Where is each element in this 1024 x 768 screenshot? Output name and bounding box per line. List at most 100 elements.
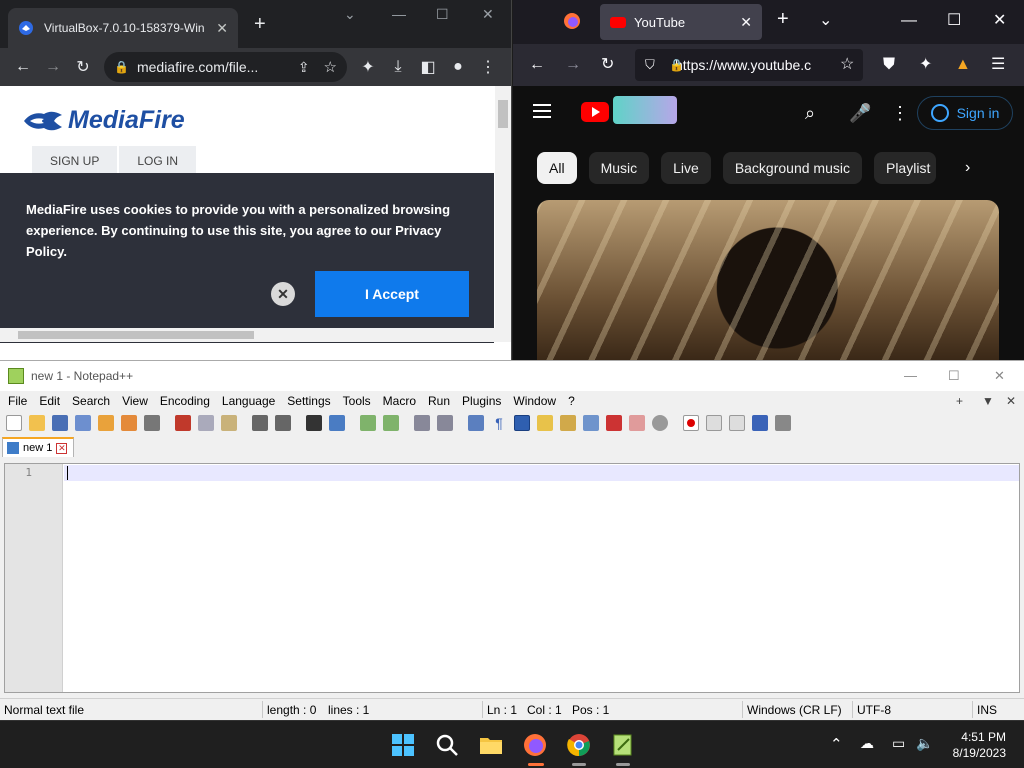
notepad-tab-close-icon[interactable]: ✕ xyxy=(56,442,68,454)
print-icon[interactable] xyxy=(144,415,160,431)
replace-icon[interactable] xyxy=(329,415,345,431)
chrome-minimize-icon[interactable]: — xyxy=(392,6,406,22)
menu-settings[interactable]: Settings xyxy=(287,394,330,408)
chrome-address-bar[interactable]: 🔒 mediafire.com/file... ⇪ ☆ xyxy=(104,52,347,82)
copy-icon[interactable] xyxy=(198,415,214,431)
add-tab-icon[interactable]: + xyxy=(956,394,963,408)
open-file-icon[interactable] xyxy=(29,415,45,431)
youtube-doodle-icon[interactable] xyxy=(613,96,677,124)
pocket-icon[interactable]: ⛊ xyxy=(883,56,895,74)
firefox-close-icon[interactable]: ✕ xyxy=(993,12,1006,30)
menu-search[interactable]: Search xyxy=(72,394,110,408)
undo-icon[interactable] xyxy=(252,415,268,431)
chrome-vertical-scrollbar[interactable] xyxy=(495,86,511,342)
chrome-tab-search-icon[interactable]: ⌄ xyxy=(344,6,356,23)
accept-cookies-button[interactable]: I Accept xyxy=(315,271,469,317)
chrome-tab-virtualbox[interactable]: VirtualBox-7.0.10-158379-Win ✕ xyxy=(8,8,238,48)
youtube-hamburger-icon[interactable] xyxy=(533,104,551,118)
display-icon[interactable]: ▭ xyxy=(892,735,905,752)
chrome-new-tab-button[interactable]: + xyxy=(254,14,266,34)
paste-icon[interactable] xyxy=(221,415,237,431)
notepad-close-icon[interactable]: ✕ xyxy=(994,368,1005,384)
youtube-more-icon[interactable]: ⋮ xyxy=(891,103,909,124)
show-all-characters-icon[interactable]: ¶ xyxy=(491,415,507,431)
vertical-scroll-thumb[interactable] xyxy=(498,100,508,128)
taskbar-search-icon[interactable] xyxy=(434,733,460,757)
save-icon[interactable] xyxy=(52,415,68,431)
zoom-in-icon[interactable] xyxy=(360,415,376,431)
monitoring-icon[interactable] xyxy=(652,415,668,431)
close-file-icon[interactable] xyxy=(98,415,114,431)
status-eol[interactable]: Windows (CR LF) xyxy=(747,703,842,717)
chip-background-music[interactable]: Background music xyxy=(722,152,862,184)
udl-icon[interactable] xyxy=(537,415,553,431)
youtube-microphone-icon[interactable]: 🎤 xyxy=(849,103,871,124)
firefox-reload-icon[interactable]: ↻ xyxy=(601,56,614,74)
sync-horizontal-icon[interactable] xyxy=(437,415,453,431)
chrome-tab-close-icon[interactable]: ✕ xyxy=(216,20,228,37)
extensions-icon[interactable]: ✦ xyxy=(353,57,383,77)
mediafire-logo[interactable]: MediaFire xyxy=(22,106,185,135)
menu-file[interactable]: File xyxy=(8,394,27,408)
share-icon[interactable]: ⇪ xyxy=(298,59,310,76)
close-document-icon[interactable]: ✕ xyxy=(1006,394,1016,408)
run-macro-multiple-icon[interactable] xyxy=(752,415,768,431)
firefox-menu-icon[interactable]: ☰ xyxy=(991,56,1005,74)
chrome-menu-icon[interactable]: ⋮ xyxy=(473,57,503,77)
stop-recording-icon[interactable] xyxy=(706,415,722,431)
youtube-logo-icon[interactable] xyxy=(581,102,609,122)
chip-all[interactable]: All xyxy=(537,152,577,184)
chip-music[interactable]: Music xyxy=(588,152,650,184)
notepad-tab-new1[interactable]: new 1 ✕ xyxy=(2,437,74,457)
editor-area[interactable]: 1 xyxy=(4,463,1020,693)
firefox-minimize-icon[interactable]: — xyxy=(901,12,917,30)
firefox-view-icon[interactable] xyxy=(563,12,581,30)
profile-icon[interactable]: ● xyxy=(443,58,473,76)
firefox-back-icon[interactable]: ← xyxy=(529,56,545,74)
network-disconnected-icon[interactable]: ☁ xyxy=(860,735,874,752)
show-hidden-icons-icon[interactable]: ⌃ xyxy=(830,735,843,753)
menu-plugins[interactable]: Plugins xyxy=(462,394,501,408)
chrome-maximize-icon[interactable]: ☐ xyxy=(436,6,449,23)
list-all-tabs-icon[interactable]: ⌄ xyxy=(819,12,832,30)
system-clock[interactable]: 4:51 PM 8/19/2023 xyxy=(953,729,1006,761)
log-in-button[interactable]: LOG IN xyxy=(119,146,197,176)
find-icon[interactable] xyxy=(306,415,322,431)
video-thumbnail[interactable] xyxy=(537,200,999,360)
firefox-maximize-icon[interactable]: ☐ xyxy=(947,12,961,30)
status-encoding[interactable]: UTF-8 xyxy=(857,703,891,717)
notepad-maximize-icon[interactable]: ☐ xyxy=(948,368,960,384)
firefox-tab-youtube[interactable]: YouTube ✕ xyxy=(600,4,762,40)
menu-tools[interactable]: Tools xyxy=(343,394,371,408)
chrome-horizontal-scrollbar[interactable] xyxy=(0,328,496,342)
function-list-icon[interactable] xyxy=(583,415,599,431)
word-wrap-icon[interactable] xyxy=(468,415,484,431)
tracking-shield-icon[interactable]: ⛉ xyxy=(645,57,655,73)
save-macro-icon[interactable] xyxy=(775,415,791,431)
redo-icon[interactable] xyxy=(275,415,291,431)
close-all-icon[interactable] xyxy=(121,415,137,431)
menu-edit[interactable]: Edit xyxy=(39,394,60,408)
sync-vertical-icon[interactable] xyxy=(414,415,430,431)
youtube-sign-in-button[interactable]: Sign in xyxy=(917,96,1013,130)
chrome-taskbar-icon[interactable] xyxy=(566,733,592,757)
forward-icon[interactable]: → xyxy=(38,58,68,76)
firefox-address-bar[interactable]: ⛉ 🔒 https://www.youtube.c xyxy=(635,49,863,81)
reload-icon[interactable]: ↻ xyxy=(68,57,98,77)
new-file-icon[interactable] xyxy=(6,415,22,431)
sign-up-button[interactable]: SIGN UP xyxy=(32,146,118,176)
document-map-icon[interactable] xyxy=(560,415,576,431)
menu-view[interactable]: View xyxy=(122,394,148,408)
cookie-close-icon[interactable]: ✕ xyxy=(271,282,295,306)
bookmark-star-icon[interactable]: ☆ xyxy=(324,58,337,76)
side-panel-icon[interactable]: ◧ xyxy=(413,57,443,77)
folder-as-workspace-icon[interactable] xyxy=(606,415,622,431)
firefox-taskbar-icon[interactable] xyxy=(522,733,548,757)
volume-icon[interactable]: 🔈 xyxy=(916,735,933,752)
tab-list-icon[interactable]: ▼ xyxy=(982,394,994,408)
chip-playlist[interactable]: Playlist xyxy=(873,152,936,184)
notepad-taskbar-icon[interactable] xyxy=(610,733,636,757)
menu-help[interactable]: ? xyxy=(568,394,575,408)
menu-window[interactable]: Window xyxy=(513,394,556,408)
chip-live[interactable]: Live xyxy=(661,152,711,184)
